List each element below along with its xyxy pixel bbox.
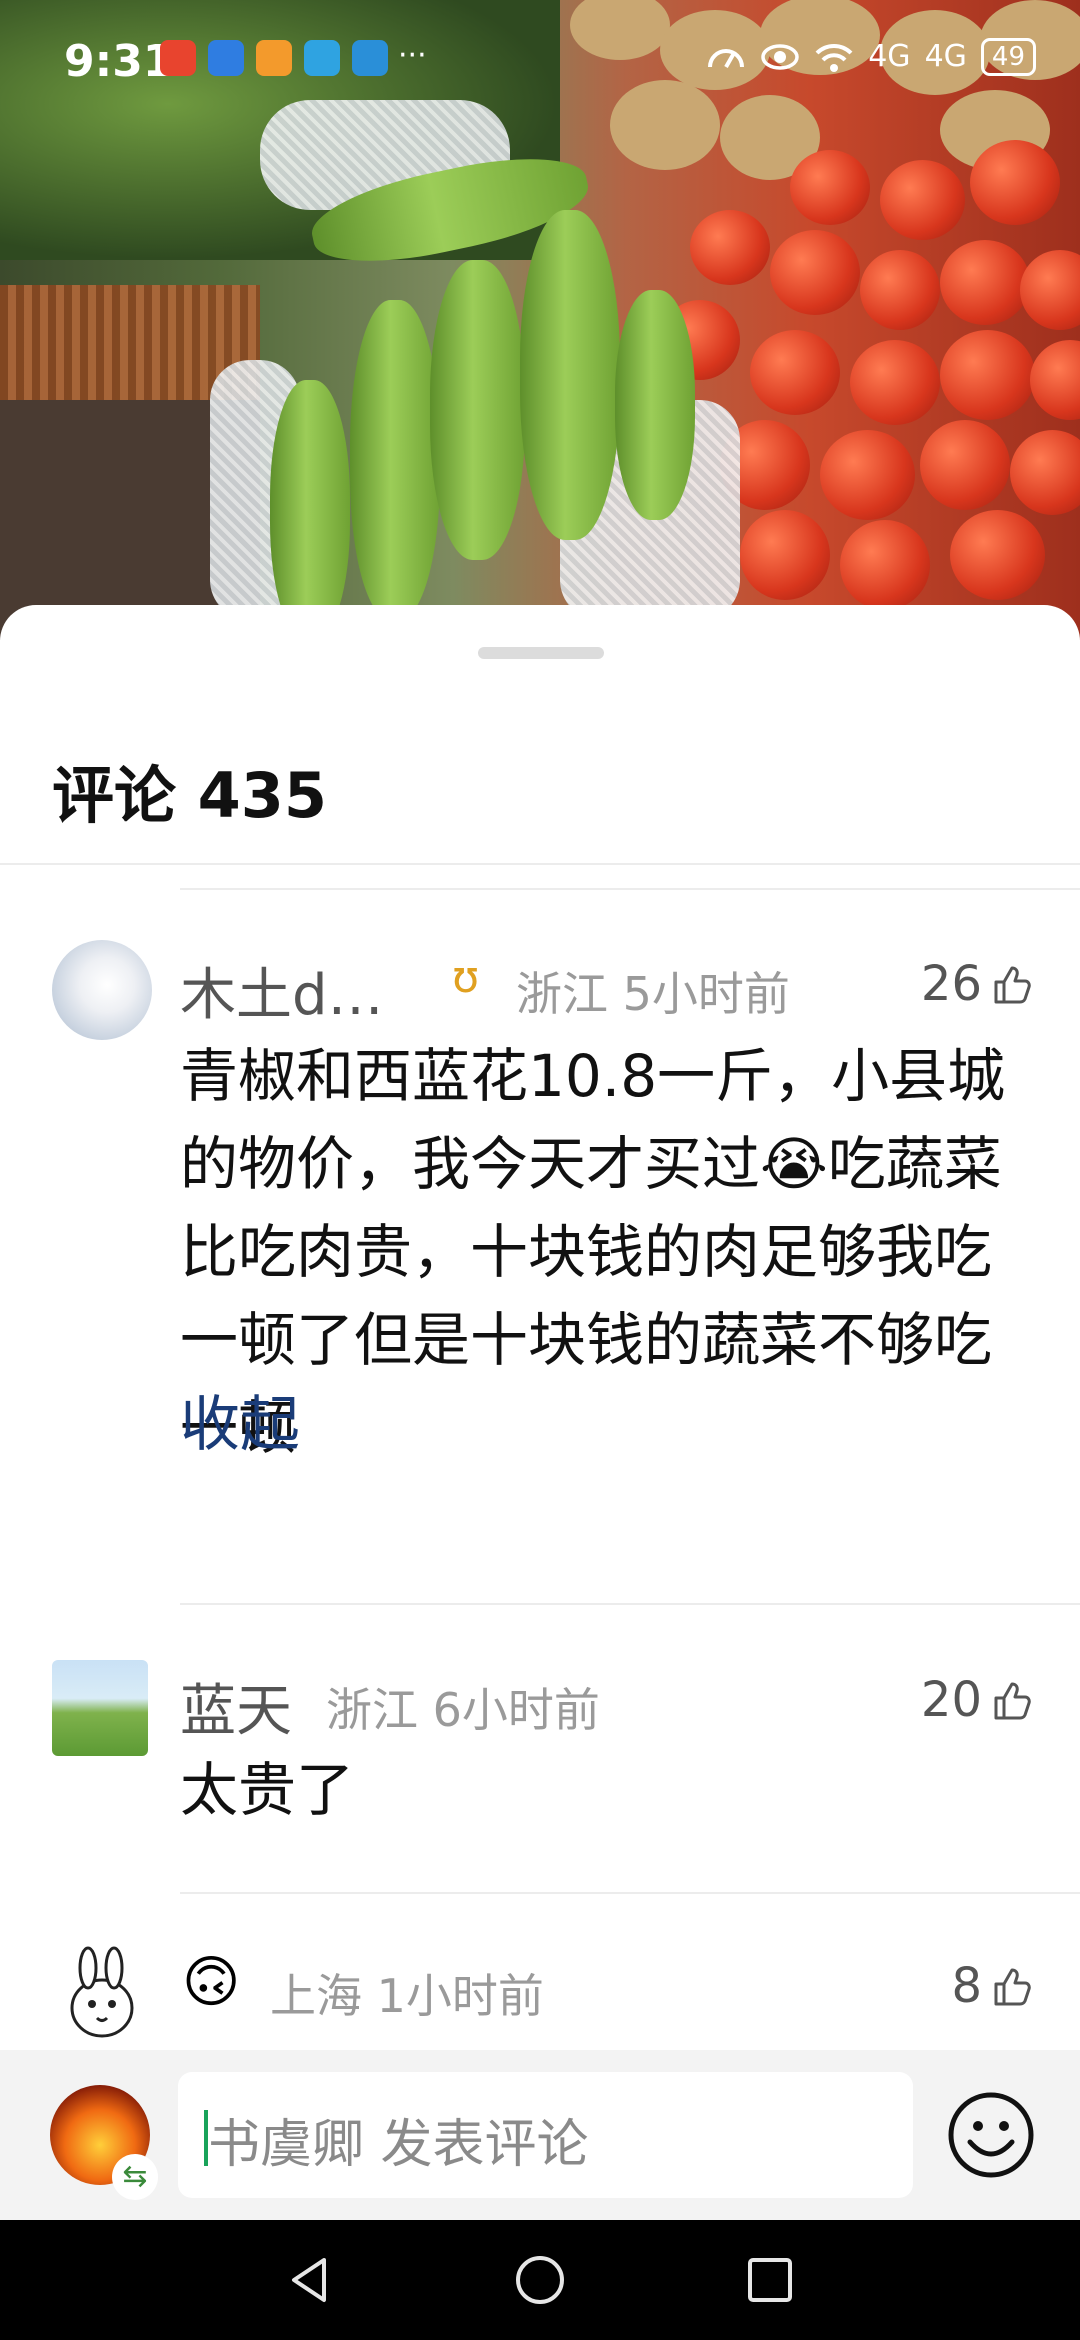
photo-bitter-melon bbox=[350, 300, 440, 620]
comment-username[interactable]: 蓝天 bbox=[180, 1666, 292, 1747]
photo-tomato bbox=[1020, 250, 1080, 330]
app-notification-icon bbox=[352, 40, 388, 76]
taobao-notification-icon bbox=[160, 40, 196, 76]
comment-input-bar: ⇆ 书虞卿 发表评论 bbox=[0, 2050, 1080, 2220]
avatar[interactable] bbox=[52, 1946, 152, 2046]
photo-tomato bbox=[850, 340, 940, 425]
app-notification-icon bbox=[256, 40, 292, 76]
photo-tomato bbox=[840, 520, 930, 610]
photo-tomato bbox=[790, 150, 870, 225]
divider bbox=[180, 1603, 1080, 1605]
system-icons: 4G 4G 49 bbox=[706, 38, 1036, 76]
eye-comfort-icon bbox=[761, 44, 799, 70]
comment-text: 青椒和西蓝花10.8一斤，小县城的物价，我今天才买过😭吃蔬菜比吃肉贵，十块钱的肉… bbox=[180, 1042, 1006, 1462]
home-icon[interactable] bbox=[510, 2250, 570, 2310]
status-time: 9:31 bbox=[64, 36, 174, 87]
wifi-icon bbox=[815, 43, 853, 72]
like-count: 20 bbox=[920, 1672, 982, 1728]
photo-tomato bbox=[820, 430, 915, 520]
comment-location-time: 上海 1小时前 bbox=[270, 1969, 544, 2023]
photo-tomato bbox=[1030, 340, 1080, 420]
recents-icon[interactable] bbox=[740, 2250, 800, 2310]
like-button[interactable]: 20 bbox=[921, 1672, 1034, 1728]
signal-4g-icon: 4G bbox=[924, 39, 967, 74]
photo-tomato bbox=[970, 140, 1060, 225]
speed-icon bbox=[708, 49, 745, 68]
comment-input-placeholder: 书虞卿 发表评论 bbox=[208, 2115, 589, 2175]
divider bbox=[180, 888, 1080, 890]
photo-bitter-melon bbox=[520, 210, 620, 540]
comment-text: 太贵了 bbox=[180, 1756, 355, 1824]
like-button[interactable]: 26 bbox=[921, 956, 1034, 1012]
avatar[interactable] bbox=[52, 1660, 148, 1756]
photo-tomato bbox=[920, 420, 1010, 510]
thumbs-up-icon bbox=[994, 966, 1031, 1004]
like-count: 8 bbox=[951, 1958, 982, 2014]
battery-icon: 49 bbox=[980, 38, 1036, 76]
photo-tomato bbox=[1010, 430, 1080, 515]
collapse-link[interactable]: 收起 bbox=[180, 1376, 300, 1463]
photo-tomato bbox=[750, 330, 840, 415]
divider bbox=[0, 863, 1080, 865]
photo-tomato bbox=[940, 330, 1035, 420]
more-notifications-icon: ··· bbox=[398, 38, 427, 73]
thumbs-up-icon bbox=[994, 1682, 1031, 1720]
photo-tomato bbox=[740, 510, 830, 600]
comments-sheet[interactable]: 评论 435 木土d… ʊ 浙江 5小时前 26 青椒和西蓝花10.8一斤，小县… bbox=[0, 605, 1080, 2050]
app-notification-icon bbox=[208, 40, 244, 76]
avatar[interactable] bbox=[52, 940, 152, 1040]
photo-tomato bbox=[880, 160, 965, 240]
photo-tomato bbox=[940, 240, 1030, 325]
signal-4g-icon: 4G bbox=[868, 39, 911, 74]
switch-account-icon[interactable]: ⇆ bbox=[112, 2154, 158, 2200]
photo-tomato bbox=[950, 510, 1045, 600]
comment-username[interactable]: 🙃 bbox=[182, 1950, 240, 2015]
app-notification-icon bbox=[304, 40, 340, 76]
user-badge-icon: ʊ bbox=[452, 952, 480, 1003]
photo-tomato bbox=[770, 230, 860, 315]
notification-icons bbox=[160, 40, 388, 76]
comment-input[interactable]: 书虞卿 发表评论 bbox=[178, 2072, 913, 2198]
thumbs-up-icon bbox=[994, 1968, 1031, 2006]
back-icon[interactable] bbox=[280, 2250, 340, 2310]
comments-title: 评论 435 bbox=[52, 759, 328, 832]
photo-bitter-melon bbox=[270, 380, 350, 640]
emoji-icon[interactable] bbox=[946, 2090, 1036, 2180]
sheet-drag-handle[interactable] bbox=[478, 647, 604, 659]
like-count: 26 bbox=[920, 956, 982, 1012]
comment-username[interactable]: 木土d… bbox=[180, 950, 384, 1031]
comment-location-time: 浙江 6小时前 bbox=[326, 1683, 600, 1737]
comment-location-time: 浙江 5小时前 bbox=[516, 967, 790, 1021]
photo-bitter-melon bbox=[615, 290, 695, 520]
divider bbox=[180, 1892, 1080, 1894]
status-bar: 9:31 ··· 4G 4G 49 bbox=[0, 0, 1080, 120]
navigation-bar bbox=[0, 2220, 1080, 2340]
photo-tomato bbox=[690, 210, 770, 285]
like-button[interactable]: 8 bbox=[951, 1958, 1034, 2014]
photo-bitter-melon bbox=[430, 260, 525, 560]
photo-tomato bbox=[860, 250, 940, 330]
